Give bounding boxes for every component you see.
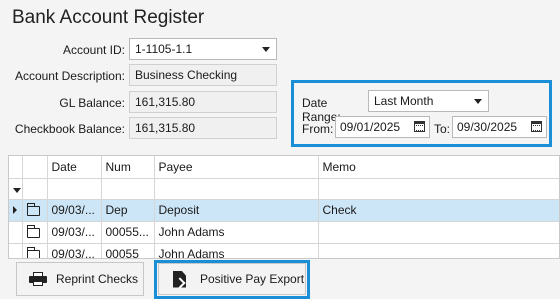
chevron-down-icon bbox=[262, 47, 270, 52]
cell-date[interactable]: 09/03/... bbox=[47, 243, 102, 258]
column-header-payee[interactable]: Payee bbox=[154, 156, 319, 179]
cell-memo[interactable]: Check bbox=[318, 199, 559, 222]
reprint-checks-label: Reprint Checks bbox=[56, 272, 139, 286]
cell-num[interactable]: Dep bbox=[101, 199, 155, 222]
open-transaction-cell[interactable] bbox=[22, 243, 48, 258]
filter-row bbox=[9, 178, 559, 200]
column-header-num[interactable]: Num bbox=[101, 156, 155, 179]
column-header-date[interactable]: Date bbox=[47, 156, 102, 179]
register-grid: Date Num Payee Memo 09/03/... Dep Deposi… bbox=[8, 155, 560, 259]
to-date-value: 09/30/2025 bbox=[457, 120, 518, 134]
folder-icon[interactable] bbox=[26, 225, 40, 238]
filter-cell[interactable] bbox=[318, 178, 559, 200]
to-date-field[interactable]: 09/30/2025 bbox=[452, 116, 547, 138]
folder-icon[interactable] bbox=[26, 203, 40, 216]
page-title: Bank Account Register bbox=[12, 7, 205, 28]
filter-cell[interactable] bbox=[22, 178, 48, 200]
account-id-dropdown[interactable]: 1-1105-1.1 bbox=[129, 38, 277, 60]
from-date-field[interactable]: 09/01/2025 bbox=[335, 116, 430, 138]
cell-payee[interactable]: John Adams bbox=[154, 243, 319, 258]
grid-header-row: Date Num Payee Memo bbox=[9, 156, 559, 179]
date-range-dropdown[interactable]: Last Month bbox=[368, 90, 489, 112]
account-description-field: Business Checking bbox=[129, 64, 277, 86]
filter-cell[interactable] bbox=[47, 178, 102, 200]
open-transaction-cell[interactable] bbox=[22, 199, 48, 222]
filter-cell[interactable] bbox=[101, 178, 155, 200]
cell-memo[interactable] bbox=[318, 221, 559, 244]
cell-payee[interactable]: Deposit bbox=[154, 199, 319, 222]
account-id-label: Account ID: bbox=[62, 43, 125, 57]
icon-column-header bbox=[22, 156, 48, 179]
cell-num[interactable]: 00055... bbox=[101, 221, 155, 244]
folder-icon[interactable] bbox=[26, 247, 40, 258]
column-header-memo[interactable]: Memo bbox=[318, 156, 559, 179]
gl-balance-field: 161,315.80 bbox=[129, 91, 277, 113]
calendar-icon[interactable] bbox=[414, 121, 425, 132]
export-file-icon bbox=[173, 270, 186, 288]
current-row-arrow-icon bbox=[13, 206, 17, 214]
printer-icon bbox=[29, 272, 47, 286]
cell-date[interactable]: 09/03/... bbox=[47, 221, 102, 244]
table-row[interactable]: 09/03/... 00055... John Adams bbox=[9, 221, 559, 244]
gl-balance-label: GL Balance: bbox=[59, 96, 125, 110]
row-indicator bbox=[9, 221, 23, 244]
to-label: To: bbox=[434, 122, 451, 136]
date-range-value: Last Month bbox=[374, 94, 434, 108]
checkbook-balance-field: 161,315.80 bbox=[129, 117, 277, 139]
row-indicator bbox=[9, 243, 23, 258]
cell-payee[interactable]: John Adams bbox=[154, 221, 319, 244]
filter-cell bbox=[9, 178, 23, 200]
account-description-label: Account Description: bbox=[14, 69, 125, 83]
account-id-value: 1-1105-1.1 bbox=[135, 42, 193, 56]
filter-cell[interactable] bbox=[154, 178, 319, 200]
table-row[interactable]: 09/03/... Dep Deposit Check bbox=[9, 199, 559, 222]
chevron-down-icon bbox=[474, 99, 482, 104]
from-label: From: bbox=[302, 122, 334, 136]
calendar-icon[interactable] bbox=[531, 121, 542, 132]
positive-pay-export-label: Positive Pay Export bbox=[200, 272, 305, 286]
cell-num[interactable]: 00055 bbox=[101, 243, 155, 258]
row-indicator bbox=[9, 199, 23, 222]
reprint-checks-button[interactable]: Reprint Checks bbox=[16, 262, 144, 296]
table-row[interactable]: 09/03/... 00055 John Adams bbox=[9, 243, 559, 258]
from-date-value: 09/01/2025 bbox=[340, 120, 401, 134]
filter-icon bbox=[13, 187, 21, 193]
cell-memo[interactable] bbox=[318, 243, 559, 258]
open-transaction-cell[interactable] bbox=[22, 221, 48, 244]
row-indicator-header bbox=[9, 156, 23, 179]
positive-pay-export-button[interactable]: Positive Pay Export bbox=[158, 263, 306, 295]
checkbook-balance-label: Checkbook Balance: bbox=[14, 122, 125, 136]
cell-date[interactable]: 09/03/... bbox=[47, 199, 102, 222]
